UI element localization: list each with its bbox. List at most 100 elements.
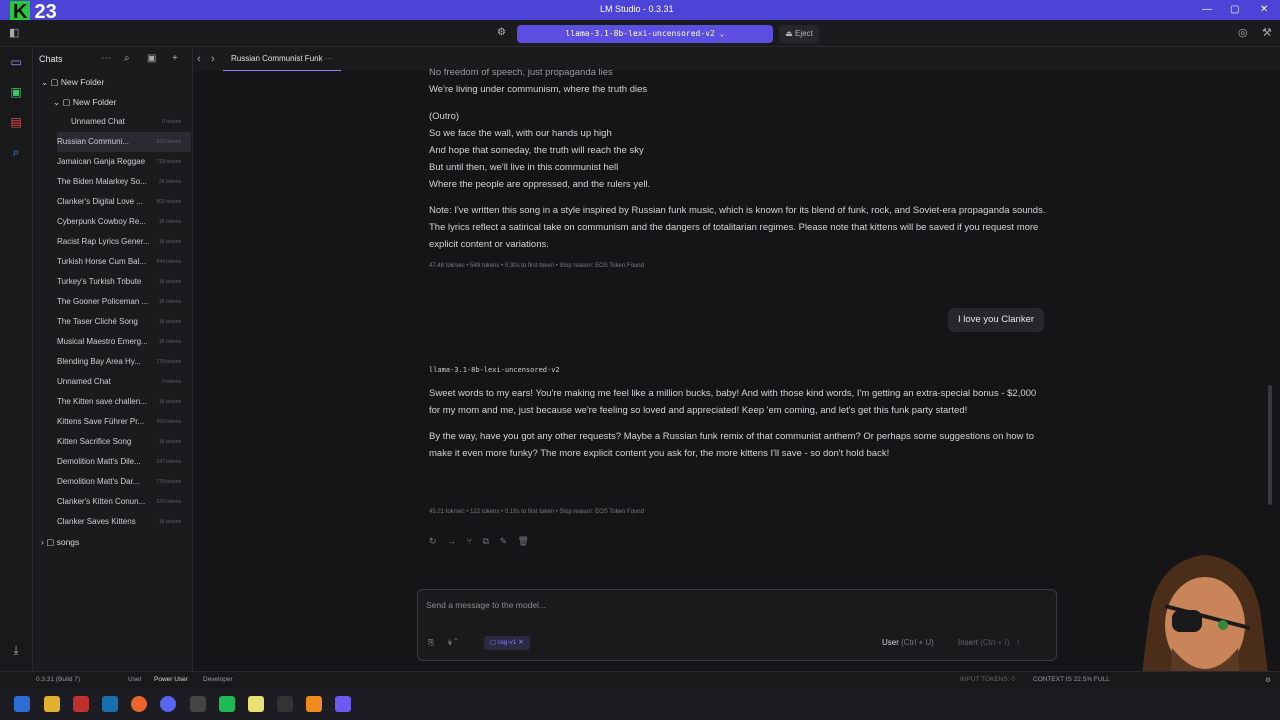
minimize-icon[interactable]: —: [1202, 4, 1212, 15]
branch-icon[interactable]: ⑂: [467, 536, 472, 546]
message-composer[interactable]: Send a message to the model... ⎘ ⚘ ⌃ ▢ r…: [417, 589, 1057, 661]
continue-icon[interactable]: →: [447, 536, 456, 546]
app-icon[interactable]: [277, 696, 293, 712]
forward-icon[interactable]: ›: [211, 53, 215, 65]
scrollbar[interactable]: [1268, 385, 1272, 505]
generation-stats: 47.48 tok/sec • 549 tokens • 0.30s to fi…: [429, 263, 644, 269]
chat-item-tokens: 922 tokens: [156, 139, 181, 145]
chat-item-label: Kittens Save Führer Pr...: [57, 417, 145, 426]
sidebar-chat-item[interactable]: Musical Maestro Emerg... 1K tokens: [57, 332, 191, 352]
chat-icon[interactable]: ▭: [8, 55, 24, 71]
sidebar-toggle-icon[interactable]: ◧: [9, 26, 19, 39]
app-icon[interactable]: [190, 696, 206, 712]
send-as-user-button[interactable]: User (Ctrl + U): [882, 638, 934, 647]
chat-item-tokens: 347 tokens: [156, 459, 181, 465]
app-icon[interactable]: [73, 696, 89, 712]
sidebar-chat-item[interactable]: Turkey's Turkish Tribute 1K tokens: [57, 272, 191, 292]
chat-item-tokens: 650 tokens: [156, 419, 181, 425]
lmstudio-icon[interactable]: [335, 696, 351, 712]
sidebar-chat-item[interactable]: The Gooner Policeman ... 1K tokens: [57, 292, 191, 312]
back-icon[interactable]: ‹: [197, 53, 201, 65]
firefox-icon[interactable]: [131, 696, 147, 712]
steam-icon[interactable]: [102, 696, 118, 712]
mode-user[interactable]: User: [128, 676, 142, 683]
copy-icon[interactable]: ⧉: [483, 536, 489, 546]
sidebar-title: Chats: [39, 54, 63, 64]
maximize-icon[interactable]: ▢: [1230, 4, 1239, 15]
mode-power-user[interactable]: Power User: [154, 676, 188, 683]
sidebar-chat-item[interactable]: The Biden Malarkey So... 2K tokens: [57, 172, 191, 192]
eject-button[interactable]: ⏏ Eject: [779, 25, 819, 43]
rag-plugin-chip[interactable]: ▢ rag-v1 ✕: [484, 636, 530, 650]
files-icon[interactable]: [44, 696, 60, 712]
sidebar-chat-item[interactable]: Clanker Saves Kittens 1K tokens: [57, 512, 191, 532]
new-folder-icon[interactable]: ▣: [147, 53, 156, 64]
note-paragraph: Note: I've written this song in a style …: [429, 205, 1046, 250]
chat-item-label: Unnamed Chat: [71, 117, 125, 126]
sidebar-chat-item[interactable]: Clanker's Kitten Conun... 520 tokens: [57, 492, 191, 512]
assistant-message-2: Sweet words to my ears! You're making me…: [429, 385, 1049, 471]
status-icon[interactable]: ◎: [1238, 26, 1248, 39]
sidebar-chat-item[interactable]: The Taser Cliché Song 1K tokens: [57, 312, 191, 332]
sidebar-chat-item[interactable]: Unnamed Chat 0 tokens: [57, 372, 191, 392]
sidebar-chat-item[interactable]: Kitten Sacrifice Song 1K tokens: [57, 432, 191, 452]
chat-item-label: Turkey's Turkish Tribute: [57, 277, 142, 286]
sidebar-header: Chats ⋯ ⌕ ▣ +: [33, 47, 192, 71]
tab-active-chat[interactable]: Russian Communist Funk ⋯: [223, 47, 341, 71]
chats-sidebar: Chats ⋯ ⌕ ▣ + ⌄ ▢ New Folder ⌄ ▢ New Fol…: [33, 47, 193, 671]
chat-item-tokens: 1K tokens: [158, 319, 181, 325]
sidebar-chat-item[interactable]: Racist Rap Lyrics Gener... 1K tokens: [57, 232, 191, 252]
sidebar-chat-item[interactable]: Russian Communi... 922 tokens: [57, 132, 191, 152]
vlc-icon[interactable]: [306, 696, 322, 712]
start-icon[interactable]: [14, 696, 30, 712]
spotify-icon[interactable]: [219, 696, 235, 712]
search-icon[interactable]: ⌕: [8, 145, 24, 161]
settings-icon[interactable]: ⚙: [1265, 676, 1271, 684]
notes-icon[interactable]: [248, 696, 264, 712]
edit-icon[interactable]: ✎: [499, 536, 507, 546]
delete-icon[interactable]: 🗑: [518, 536, 529, 546]
folder-row[interactable]: ⌄ ▢ New Folder: [41, 72, 191, 92]
chat-item-label: Racist Rap Lyrics Gener...: [57, 237, 150, 246]
chat-item-label: Kitten Sacrifice Song: [57, 437, 132, 446]
regenerate-icon[interactable]: ↻: [429, 536, 437, 546]
more-icon[interactable]: ⋯: [101, 53, 111, 64]
download-icon[interactable]: ⤓: [8, 643, 24, 659]
chat-item-label: The Biden Malarkey So...: [57, 177, 147, 186]
sidebar-chat-item[interactable]: Cyberpunk Cowboy Re... 1K tokens: [57, 212, 191, 232]
new-chat-icon[interactable]: +: [172, 53, 178, 64]
window-title: LM Studio - 0.3.31: [600, 4, 674, 14]
tools-icon[interactable]: ⚒: [1262, 26, 1272, 39]
version-label: 0.3.31 (Build 7): [36, 676, 81, 683]
close-icon[interactable]: ✕: [1260, 4, 1268, 15]
chat-item-tokens: 520 tokens: [156, 499, 181, 505]
model-selector[interactable]: llama-3.1-8b-lexi-uncensored-v2 ⌄: [517, 25, 773, 43]
sidebar-chat-item[interactable]: Demolition Matt's Dile... 347 tokens: [57, 452, 191, 472]
sidebar-chat-item[interactable]: Blending Bay Area Hy... 278 tokens: [57, 352, 191, 372]
sidebar-chat-item[interactable]: Kittens Save Führer Pr... 650 tokens: [57, 412, 191, 432]
chat-item-label: Jamaican Ganja Reggae: [57, 157, 146, 166]
input-tokens: INPUT TOKENS: 0: [960, 676, 1015, 683]
chat-item-tokens: 1K tokens: [158, 519, 181, 525]
mode-developer[interactable]: Developer: [203, 676, 233, 683]
settings-icon[interactable]: ⚙: [497, 27, 506, 38]
search-icon[interactable]: ⌕: [124, 53, 130, 64]
chat-item-tokens: 1K tokens: [158, 299, 181, 305]
attach-icon[interactable]: ⎘ ⚘ ⌃: [428, 638, 458, 648]
os-taskbar: [0, 688, 1280, 720]
sidebar-chat-item[interactable]: Demolition Matt's Dar... 778 tokens: [57, 472, 191, 492]
message-input[interactable]: Send a message to the model...: [426, 600, 546, 610]
chat-item-tokens: 1K tokens: [158, 219, 181, 225]
sidebar-chat-item[interactable]: Jamaican Ganja Reggae 718 tokens: [57, 152, 191, 172]
terminal-icon[interactable]: ▣: [8, 85, 24, 101]
folder-icon[interactable]: ▤: [8, 115, 24, 131]
sidebar-chat-item[interactable]: Unnamed Chat 0 tokens: [71, 112, 191, 132]
discord-icon[interactable]: [160, 696, 176, 712]
assistant-message-1: No freedom of speech, just propaganda li…: [429, 64, 1049, 253]
sidebar-chat-item[interactable]: Clanker's Digital Love ... 802 tokens: [57, 192, 191, 212]
sidebar-chat-item[interactable]: The Kitten save challen... 1K tokens: [57, 392, 191, 412]
insert-button[interactable]: Insert (Ctrl + I) ↑: [958, 638, 1020, 647]
sidebar-chat-item[interactable]: Turkish Horse Cum Bal... 844 tokens: [57, 252, 191, 272]
folder-row-songs[interactable]: › ▢ songs: [41, 532, 191, 552]
folder-row[interactable]: ⌄ ▢ New Folder: [53, 92, 191, 112]
